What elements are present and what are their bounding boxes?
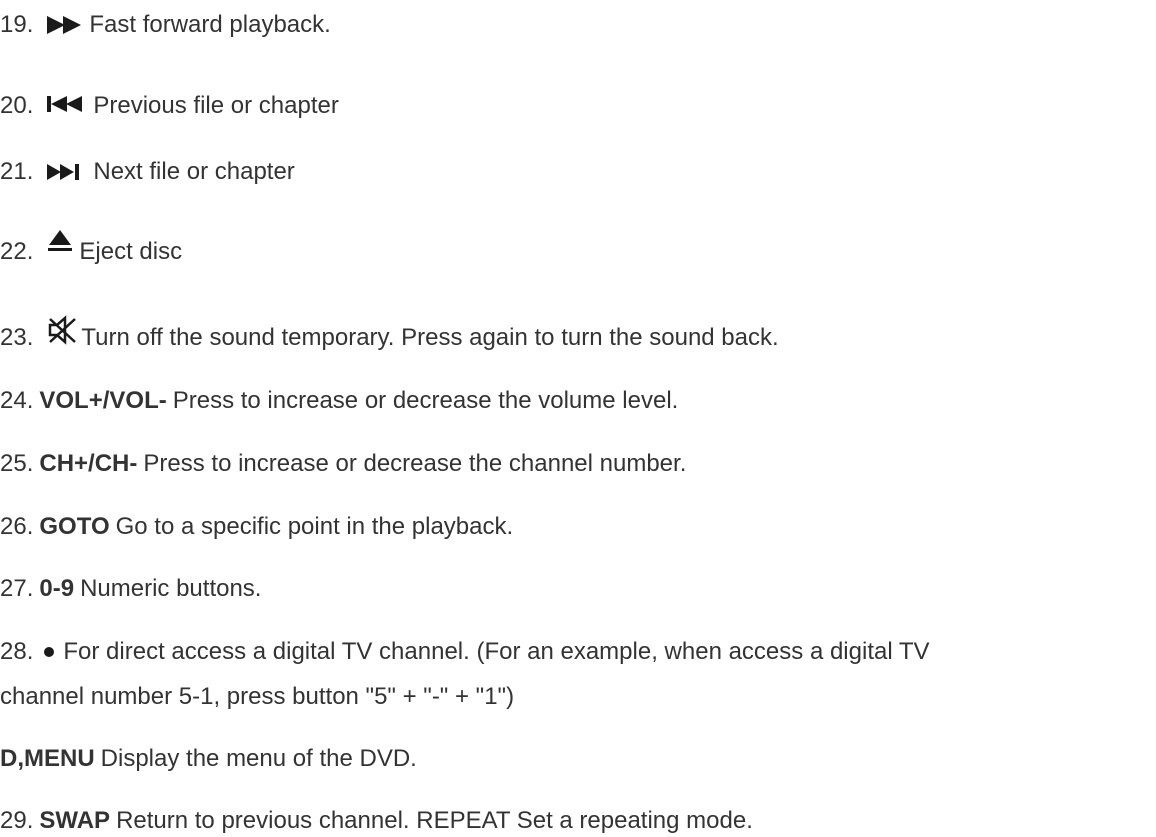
eject-icon bbox=[47, 229, 73, 255]
list-item-29: 29. SWAP Return to previous channel. REP… bbox=[0, 805, 753, 837]
item-text: Next file or chapter bbox=[93, 158, 295, 185]
item-text-line1: For direct access a digital TV channel. … bbox=[63, 638, 930, 665]
item-number: 20. bbox=[0, 92, 34, 119]
item-number: 29. bbox=[0, 807, 34, 834]
list-item-28-continuation: channel number 5-1, press button "5" + "… bbox=[0, 681, 514, 713]
item-text: Display the menu of the DVD. bbox=[100, 745, 417, 772]
item-text-line2: channel number 5-1, press button "5" + "… bbox=[0, 683, 515, 710]
item-number: 21. bbox=[0, 158, 34, 185]
button-name: CH+/CH- bbox=[39, 450, 138, 477]
previous-track-icon bbox=[47, 94, 83, 118]
item-text: Press to increase or decrease the channe… bbox=[143, 450, 687, 477]
item-text: Press to increase or decrease the volume… bbox=[172, 387, 679, 414]
fast-forward-icon bbox=[47, 14, 83, 36]
list-item-27: 27. 0-9 Numeric buttons. bbox=[0, 573, 261, 605]
item-number: 23. bbox=[0, 324, 34, 351]
button-name: D,MENU bbox=[0, 745, 95, 772]
button-name: SWAP bbox=[39, 807, 111, 834]
item-text: Go to a specific point in the playback. bbox=[115, 513, 514, 540]
list-item-23: 23. Turn off the sound temporary. Press … bbox=[0, 315, 779, 354]
item-number: 26. bbox=[0, 513, 34, 540]
item-number: 28. bbox=[0, 638, 34, 665]
item-number: 22. bbox=[0, 238, 34, 265]
mute-icon bbox=[47, 315, 77, 345]
item-text: Numeric buttons. bbox=[80, 575, 262, 602]
list-item-19: 19. Fast forward playback. bbox=[0, 9, 331, 41]
item-text: Eject disc bbox=[79, 238, 183, 265]
button-name: VOL+/VOL- bbox=[39, 387, 167, 414]
item-text: Turn off the sound temporary. Press agai… bbox=[81, 324, 779, 351]
list-item-21: 21. Next file or chapter bbox=[0, 156, 295, 188]
item-text: Fast forward playback. bbox=[89, 11, 331, 38]
list-item-20: 20. Previous file or chapter bbox=[0, 90, 339, 122]
item-number: 19. bbox=[0, 11, 34, 38]
dot-icon bbox=[43, 646, 55, 658]
item-number: 24. bbox=[0, 387, 34, 414]
list-item-25: 25. CH+/CH- Press to increase or decreas… bbox=[0, 448, 686, 480]
list-item-26: 26. GOTO Go to a specific point in the p… bbox=[0, 511, 513, 543]
button-name: 0-9 bbox=[39, 575, 75, 602]
item-number: 25. bbox=[0, 450, 34, 477]
button-name: GOTO bbox=[39, 513, 110, 540]
list-item-24: 24. VOL+/VOL- Press to increase or decre… bbox=[0, 385, 678, 417]
next-track-icon bbox=[47, 161, 81, 183]
list-item-dmenu: D,MENU Display the menu of the DVD. bbox=[0, 743, 417, 775]
list-item-22: 22. Eject disc bbox=[0, 230, 183, 268]
list-item-28: 28. For direct access a digital TV chann… bbox=[0, 636, 930, 668]
item-text: Return to previous channel. REPEAT Set a… bbox=[116, 807, 753, 834]
item-number: 27. bbox=[0, 575, 34, 602]
item-text: Previous file or chapter bbox=[93, 92, 339, 119]
